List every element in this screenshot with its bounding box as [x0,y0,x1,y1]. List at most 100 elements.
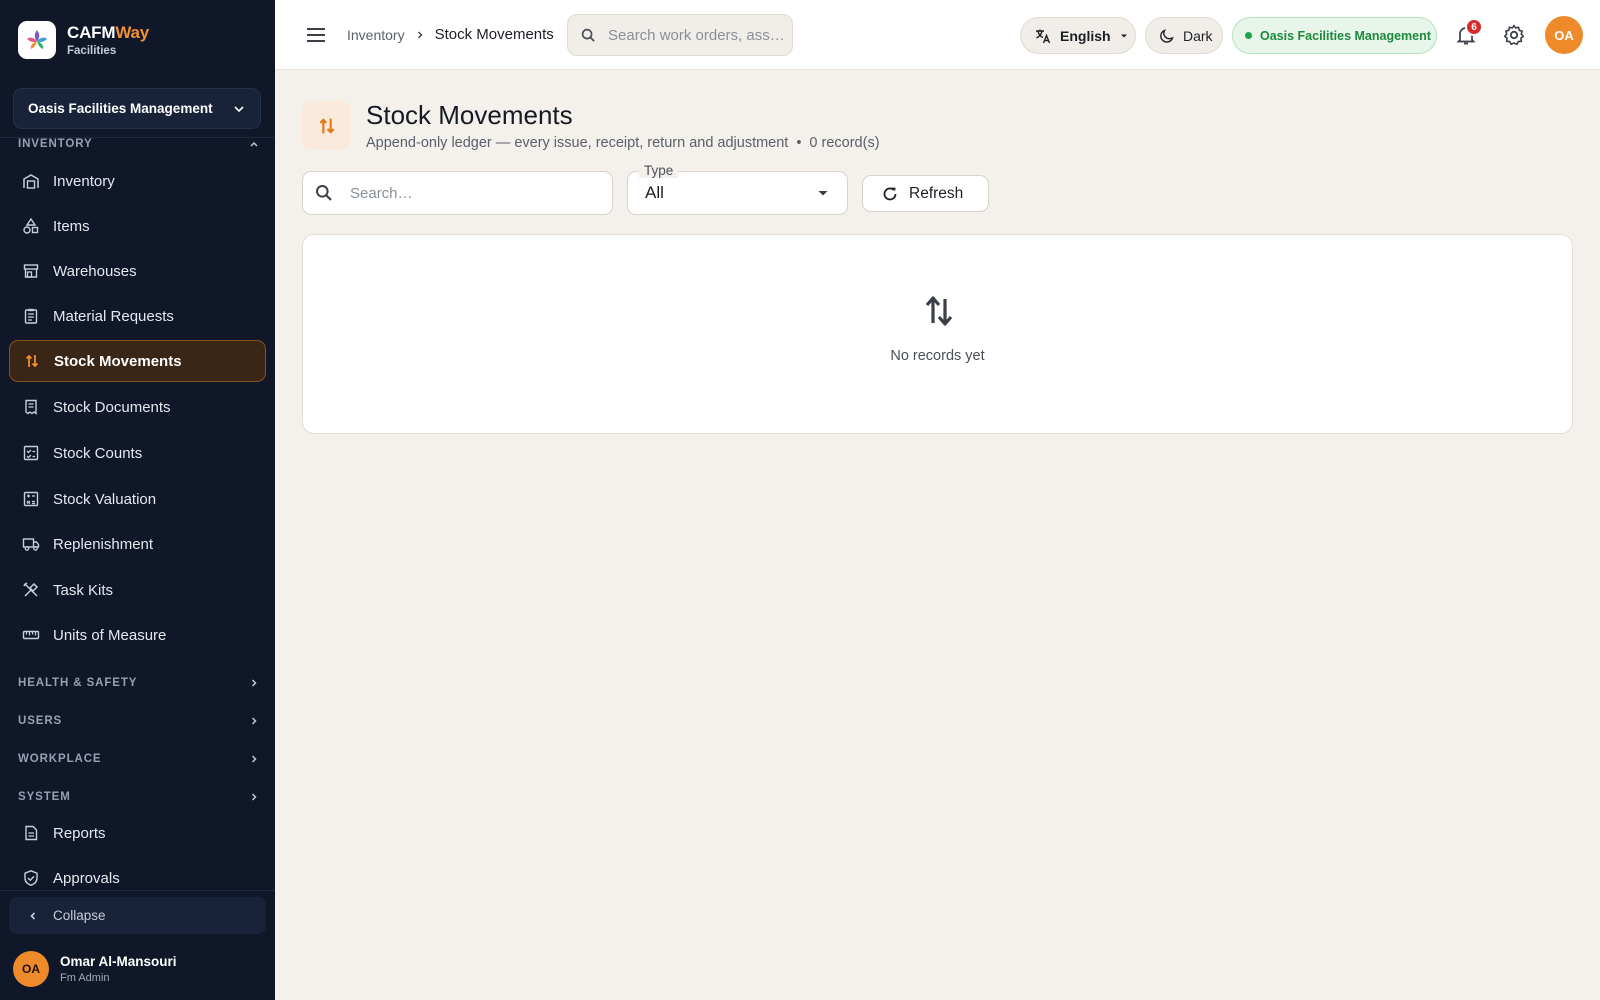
sidebar: CAFMWay Facilities Oasis Facilities Mana… [0,0,275,1000]
section-label: HEALTH & SAFETY [18,677,138,689]
sidebar-item-label: Material Requests [53,307,174,325]
user-name: Omar Al-Mansouri [60,954,177,969]
theme-toggle[interactable]: Dark [1145,17,1223,54]
store-icon [23,264,39,278]
sidebar-item-label: Inventory [53,172,115,190]
section-health-safety[interactable]: HEALTH & SAFETY [18,677,260,689]
sidebar-item-label: Approvals [53,869,120,887]
sidebar-item-items[interactable]: Items [9,205,266,247]
type-select-label: Type [639,163,679,178]
section-users[interactable]: USERS [18,715,260,727]
language-value: English [1060,27,1111,44]
sidebar-item-label: Stock Valuation [53,490,157,508]
sidebar-item-label: Stock Counts [53,444,143,462]
sidebar-item-label: Stock Movements [54,352,182,370]
sidebar-item-stock-valuation[interactable]: Stock Valuation [9,478,266,520]
chevron-up-icon [250,141,258,147]
records-card: No records yet [302,234,1573,434]
breadcrumb: Inventory Stock Movements [347,26,554,43]
sidebar-item-material-requests[interactable]: Material Requests [9,295,266,337]
empty-state-text: No records yet [890,348,985,364]
notification-badge: 6 [1465,18,1483,36]
sidebar-item-label: Warehouses [53,262,137,280]
refresh-icon [883,187,897,200]
sidebar-item-label: Replenishment [53,535,154,553]
brand[interactable]: CAFMWay Facilities [18,21,149,59]
section-inventory[interactable]: INVENTORY [18,138,260,150]
sidebar-item-label: Reports [53,824,106,842]
caret-down-icon [818,191,828,196]
separator-bullet: • [796,135,802,151]
user-avatar-button[interactable]: OA [1545,16,1583,54]
search-placeholder: Search… [350,184,413,202]
page-subtitle: Append-only ledger — every issue, receip… [366,135,880,151]
sidebar-item-reports[interactable]: Reports [9,812,266,854]
receipt-icon [25,399,37,415]
chevron-right-icon [417,31,423,38]
sidebar-item-warehouses[interactable]: Warehouses [9,250,266,292]
org-select-value: Oasis Facilities Management [28,101,213,116]
sidebar-item-task-kits[interactable]: Task Kits [9,569,266,611]
collapse-button[interactable]: Collapse [9,897,266,934]
page-title: Stock Movements [366,100,573,130]
sidebar-item-units-of-measure[interactable]: Units of Measure [9,614,266,656]
org-status-badge[interactable]: Oasis Facilities Management [1232,17,1437,54]
sidebar-item-stock-counts[interactable]: Stock Counts [9,432,266,474]
sidebar-item-stock-documents[interactable]: Stock Documents [9,386,266,428]
sidebar-item-stock-movements[interactable]: Stock Movements [9,340,266,382]
global-search-placeholder: Search work orders, ass… [608,26,785,44]
tools-icon [23,582,39,597]
menu-icon[interactable] [305,24,327,46]
truck-icon [22,538,40,551]
sidebar-item-replenishment[interactable]: Replenishment [9,523,266,565]
chevron-right-icon [251,717,257,725]
org-select[interactable]: Oasis Facilities Management [13,88,261,129]
refresh-button[interactable]: Refresh [862,175,989,212]
shield-check-icon [24,870,38,886]
chevron-down-icon [234,105,244,112]
section-label: USERS [18,715,63,727]
brand-subtitle: Facilities [67,45,117,57]
brand-name: CAFMWay [67,23,150,42]
global-search-input[interactable]: Search work orders, ass… [567,14,793,56]
swap-vertical-icon [318,117,335,134]
sidebar-item-label: Stock Documents [53,398,171,416]
chevron-right-icon [251,679,257,687]
user-role: Fm Admin [60,972,110,984]
section-workplace[interactable]: WORKPLACE [18,753,260,765]
topbar: Inventory Stock Movements Search work or… [275,0,1600,70]
moon-icon [1160,28,1174,43]
sidebar-item-label: Task Kits [53,581,114,599]
theme-label: Dark [1183,27,1213,44]
type-select-value: All [645,183,664,202]
org-status-label: Oasis Facilities Management [1260,28,1431,43]
section-label: WORKPLACE [18,753,102,765]
warehouse-icon [23,174,39,189]
breadcrumb-parent[interactable]: Inventory [347,27,405,43]
chevron-right-icon [251,755,257,763]
report-icon [25,825,38,841]
sidebar-item-approvals[interactable]: Approvals [9,857,266,899]
sidebar-item-label: Items [53,217,90,235]
page-icon [302,101,351,150]
caret-down-icon [1120,34,1127,37]
swap-vertical-icon [925,296,953,326]
breadcrumb-current: Stock Movements [434,26,554,43]
sidebar-item-inventory[interactable]: Inventory [9,160,266,202]
calculator-icon [23,491,39,507]
section-label: SYSTEM [18,791,71,803]
search-icon [316,185,332,201]
gear-icon[interactable] [1502,23,1526,47]
refresh-label: Refresh [909,184,964,202]
shapes-icon [23,217,39,234]
record-count: 0 record(s) [809,135,880,151]
divider [0,890,275,891]
section-inventory-label: INVENTORY [18,138,93,150]
section-system[interactable]: SYSTEM [18,791,260,803]
ruler-icon [22,630,40,640]
search-input[interactable]: Search… [302,171,613,215]
language-select[interactable]: English [1020,17,1136,54]
translate-icon [1036,29,1051,43]
sidebar-user[interactable]: OA Omar Al-Mansouri Fm Admin [13,951,177,987]
page-subtitle-text: Append-only ledger — every issue, receip… [366,135,789,151]
